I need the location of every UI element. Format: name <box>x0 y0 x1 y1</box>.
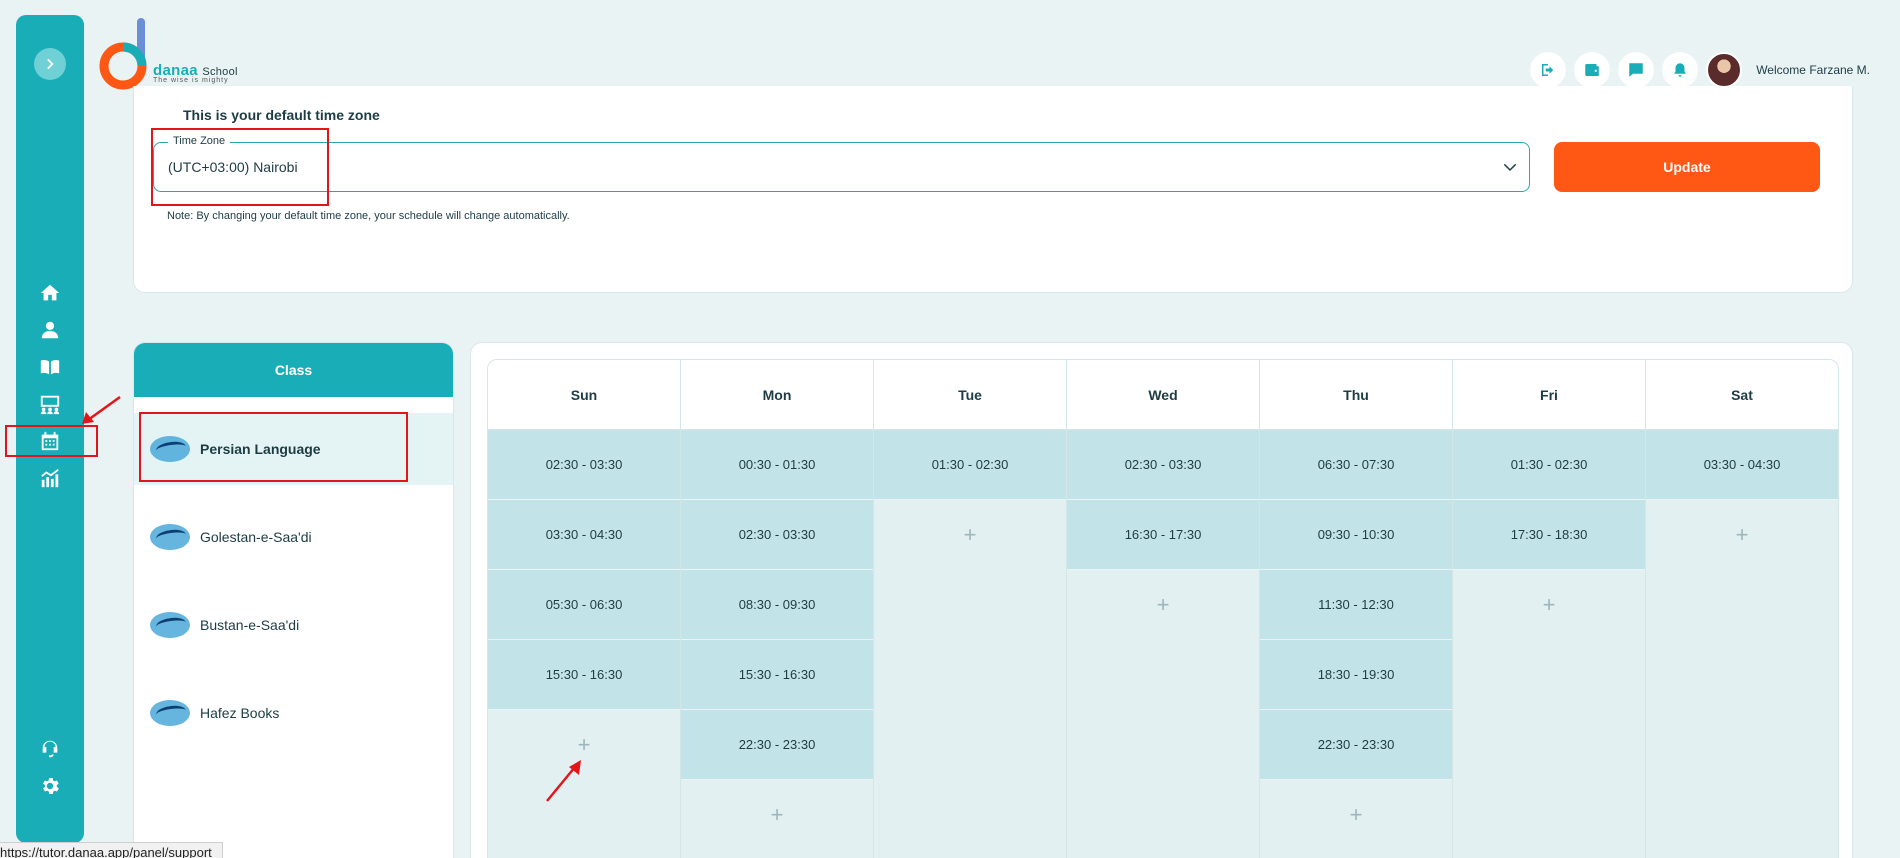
class-panel: Class Persian Language Golestan-e-Saa'di B… <box>133 342 454 858</box>
settings-gear-icon[interactable] <box>38 774 62 798</box>
time-slot[interactable]: 03:30 - 04:30 <box>488 500 680 570</box>
logo-mark-icon <box>99 18 147 90</box>
class-thumbnail-icon <box>146 430 192 468</box>
time-slot[interactable]: 01:30 - 02:30 <box>1453 430 1645 500</box>
logout-button[interactable] <box>1530 52 1567 88</box>
update-button[interactable]: Update <box>1554 142 1820 192</box>
day-column: Thu 06:30 - 07:30 09:30 - 10:30 11:30 - 12:… <box>1260 360 1453 858</box>
schedule-card: Sun 02:30 - 03:30 03:30 - 04:30 05:30 - 06:… <box>470 342 1853 858</box>
add-slot-button[interactable]: + <box>874 500 1066 570</box>
book-icon[interactable] <box>38 355 62 379</box>
calendar-icon[interactable] <box>38 429 62 453</box>
time-slot[interactable]: 05:30 - 06:30 <box>488 570 680 640</box>
user-avatar[interactable] <box>1706 52 1743 88</box>
time-slot[interactable]: 08:30 - 09:30 <box>681 570 873 640</box>
wallet-icon <box>1585 64 1599 76</box>
danaa-logo[interactable]: danaa School The wise is mighty <box>99 18 249 90</box>
time-slot[interactable]: 15:30 - 16:30 <box>488 640 680 710</box>
time-slot[interactable]: 09:30 - 10:30 <box>1260 500 1452 570</box>
add-slot-button[interactable]: + <box>681 780 873 850</box>
day-column: Mon 00:30 - 01:30 02:30 - 03:30 08:30 - 09:… <box>681 360 874 858</box>
day-column: Tue 01:30 - 02:30 + <box>874 360 1067 858</box>
notifications-button[interactable] <box>1662 52 1699 88</box>
bell-icon <box>1674 63 1687 77</box>
time-slot[interactable]: 02:30 - 03:30 <box>1067 430 1259 500</box>
class-header: Class <box>134 343 453 397</box>
header-actions: Welcome Farzane M. <box>1530 52 1870 88</box>
time-slot[interactable]: 22:30 - 23:30 <box>681 710 873 780</box>
time-slot[interactable]: 11:30 - 12:30 <box>1260 570 1452 640</box>
analytics-icon[interactable] <box>38 466 62 490</box>
chat-icon <box>1629 63 1643 77</box>
timezone-value: (UTC+03:00) Nairobi <box>168 159 298 175</box>
class-item[interactable]: Hafez Books <box>134 677 453 749</box>
time-slot[interactable]: 06:30 - 07:30 <box>1260 430 1452 500</box>
support-headset-icon[interactable] <box>38 737 62 761</box>
logout-icon <box>1542 64 1554 76</box>
class-name: Golestan-e-Saa'di <box>200 529 312 545</box>
add-slot-button[interactable]: + <box>1260 780 1452 850</box>
day-header: Fri <box>1453 360 1645 430</box>
user-icon[interactable] <box>38 318 62 342</box>
time-slot[interactable]: 02:30 - 03:30 <box>488 430 680 500</box>
browser-status-url: https://tutor.danaa.app/panel/support <box>0 842 223 858</box>
timezone-heading: This is your default time zone <box>183 107 380 123</box>
day-column: Wed 02:30 - 03:30 16:30 - 17:30 + <box>1067 360 1260 858</box>
time-slot[interactable]: 16:30 - 17:30 <box>1067 500 1259 570</box>
class-name: Bustan-e-Saa'di <box>200 617 300 633</box>
class-name: Persian Language <box>200 441 321 457</box>
timezone-select[interactable]: Time Zone (UTC+03:00) Nairobi <box>153 135 1530 192</box>
day-header: Sat <box>1646 360 1838 430</box>
time-slot[interactable]: 17:30 - 18:30 <box>1453 500 1645 570</box>
class-thumbnail-icon <box>146 694 192 732</box>
day-column: Sat 03:30 - 04:30 + <box>1646 360 1838 858</box>
weekly-schedule-grid: Sun 02:30 - 03:30 03:30 - 04:30 05:30 - 06:… <box>487 359 1839 858</box>
class-thumbnail-icon <box>146 606 192 644</box>
welcome-text: Welcome Farzane M. <box>1756 63 1870 77</box>
day-header: Mon <box>681 360 873 430</box>
sidebar-toggle-button[interactable] <box>34 48 66 80</box>
classroom-icon[interactable] <box>38 392 62 416</box>
time-slot[interactable]: 15:30 - 16:30 <box>681 640 873 710</box>
day-header: Tue <box>874 360 1066 430</box>
add-slot-button[interactable]: + <box>1067 570 1259 640</box>
add-slot-button[interactable]: + <box>1646 500 1838 570</box>
timezone-note: Note: By changing your default time zone… <box>167 210 570 222</box>
time-slot[interactable]: 02:30 - 03:30 <box>681 500 873 570</box>
class-name: Hafez Books <box>200 705 280 721</box>
class-item[interactable]: Persian Language <box>134 413 453 485</box>
timezone-card: This is your default time zone Time Zone… <box>133 86 1853 293</box>
day-column: Fri 01:30 - 02:30 17:30 - 18:30 + <box>1453 360 1646 858</box>
wallet-button[interactable] <box>1574 52 1611 88</box>
time-slot[interactable]: 00:30 - 01:30 <box>681 430 873 500</box>
class-thumbnail-icon <box>146 518 192 556</box>
chevron-right-icon <box>47 59 54 69</box>
time-slot[interactable]: 01:30 - 02:30 <box>874 430 1066 500</box>
time-slot[interactable]: 03:30 - 04:30 <box>1646 430 1838 500</box>
annotation-arrow-calendar <box>82 395 121 424</box>
messages-button[interactable] <box>1618 52 1655 88</box>
logo-tagline: The wise is mighty <box>153 77 229 84</box>
day-column: Sun 02:30 - 03:30 03:30 - 04:30 05:30 - 06:… <box>488 360 681 858</box>
timezone-label: Time Zone <box>168 135 231 147</box>
chevron-down-icon <box>1504 164 1516 172</box>
day-header: Sun <box>488 360 680 430</box>
add-slot-button[interactable]: + <box>488 710 680 780</box>
home-icon[interactable] <box>38 281 62 305</box>
add-slot-button[interactable]: + <box>1453 570 1645 640</box>
time-slot[interactable]: 22:30 - 23:30 <box>1260 710 1452 780</box>
time-slot[interactable]: 18:30 - 19:30 <box>1260 640 1452 710</box>
day-header: Thu <box>1260 360 1452 430</box>
sidebar <box>16 15 84 843</box>
day-header: Wed <box>1067 360 1259 430</box>
class-item[interactable]: Golestan-e-Saa'di <box>134 501 453 573</box>
class-item[interactable]: Bustan-e-Saa'di <box>134 589 453 661</box>
